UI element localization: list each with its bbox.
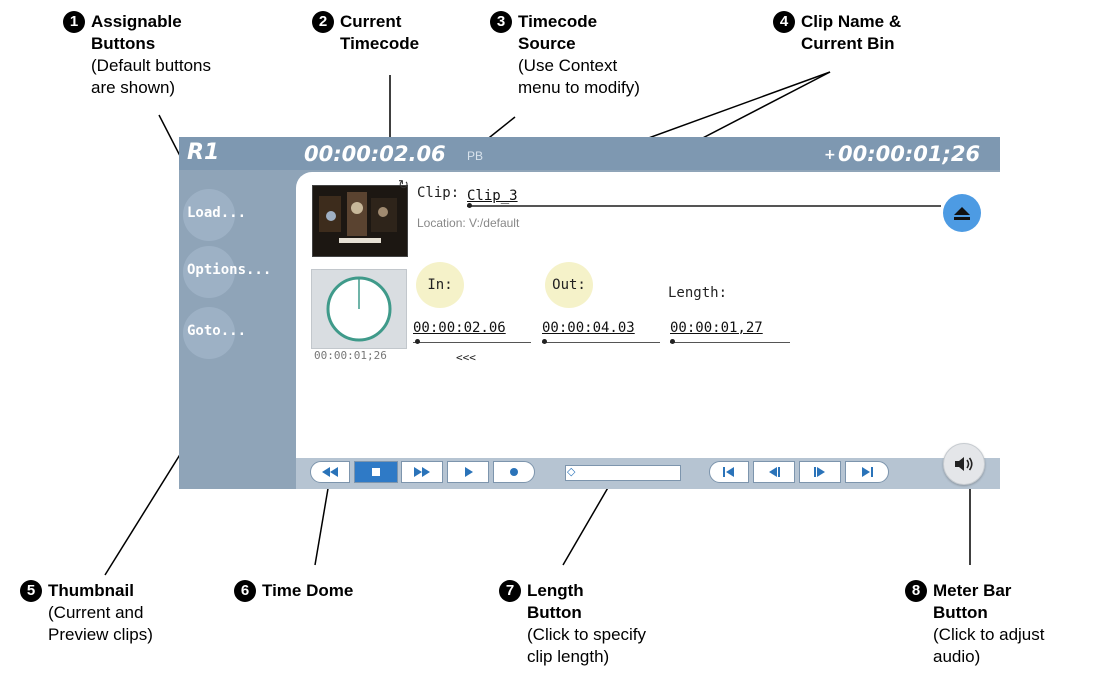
in-timecode: 00:00:02.06 <box>413 320 506 336</box>
callout-title: Current Timecode <box>340 12 420 53</box>
callout-current-timecode: 2 Current Timecode <box>312 11 419 55</box>
length-timecode: 00:00:01,27 <box>670 320 763 336</box>
refresh-thumbnail-icon[interactable]: ↻ <box>398 177 409 193</box>
meter-bar-button[interactable] <box>943 443 985 485</box>
callout-thumbnail: 5 Thumbnail (Current and Preview clips) <box>20 580 153 646</box>
callout-title: Timecode Source <box>518 12 598 53</box>
fast-forward-button[interactable] <box>401 461 443 483</box>
callout-number: 6 <box>234 580 256 602</box>
stop-icon <box>372 468 380 476</box>
callout-title: Time Dome <box>262 581 354 600</box>
length-timecode-field[interactable]: 00:00:01,27 <box>670 320 790 343</box>
out-timecode: 00:00:04.03 <box>542 320 635 336</box>
time-dome-value: 00:00:01;26 <box>314 349 387 362</box>
rewind-indicator: <<< <box>456 351 476 364</box>
clip-name[interactable]: Clip_3 <box>467 188 518 204</box>
clip-thumbnail[interactable] <box>312 185 408 257</box>
timecode-source[interactable]: PB <box>467 149 483 163</box>
slider-thumb-icon[interactable]: ◇ <box>567 465 575 478</box>
callout-number: 2 <box>312 11 334 33</box>
callout-title: Thumbnail <box>48 581 134 600</box>
thumbnail-image <box>313 186 407 256</box>
out-timecode-field[interactable]: 00:00:04.03 <box>542 320 660 343</box>
record-icon <box>510 468 518 476</box>
callout-length-button: 7 Length Button (Click to specify clip l… <box>499 580 646 668</box>
fast-forward-icon <box>414 467 430 477</box>
callout-title: Length Button <box>527 581 584 622</box>
go-to-end-icon <box>862 467 873 477</box>
callout-timecode-source: 3 Timecode Source (Use Context menu to m… <box>490 11 640 99</box>
rewind-icon <box>322 467 338 477</box>
callout-meter-bar-button: 8 Meter Bar Button (Click to adjust audi… <box>905 580 1044 668</box>
callout-description: (Current and Preview clips) <box>48 603 153 644</box>
callout-title: Meter Bar Button <box>933 581 1012 622</box>
record-button[interactable] <box>493 461 535 483</box>
callout-title: Clip Name & Current Bin <box>801 12 902 53</box>
callout-number: 3 <box>490 11 512 33</box>
step-forward-button[interactable] <box>799 461 841 483</box>
play-button[interactable] <box>447 461 489 483</box>
mark-in-label: In: <box>427 277 453 293</box>
speaker-icon <box>955 457 973 471</box>
title-bar: R1 00:00:02.06 PB + 00:00:01;26 <box>179 137 1000 170</box>
clip-label: Clip: <box>417 185 460 201</box>
remaining-marker: + <box>824 147 836 163</box>
callout-clip-name-bin: 4 Clip Name & Current Bin <box>773 11 901 55</box>
callout-time-dome: 6 Time Dome <box>234 580 353 602</box>
go-to-start-icon <box>723 467 734 477</box>
callout-description: (Click to adjust audio) <box>933 625 1045 666</box>
callout-title: Assignable Buttons <box>91 12 182 53</box>
step-forward-icon <box>814 467 825 477</box>
eject-button[interactable] <box>943 194 981 232</box>
step-back-button[interactable] <box>753 461 795 483</box>
channel-label: R1 <box>187 140 220 165</box>
callout-number: 8 <box>905 580 927 602</box>
in-timecode-field[interactable]: 00:00:02.06 <box>413 320 531 343</box>
load-button-label: Load... <box>187 205 247 221</box>
player-panel: R1 00:00:02.06 PB + 00:00:01;26 Load... … <box>179 137 1000 489</box>
mark-in-button[interactable]: In: <box>416 262 464 308</box>
go-to-end-button[interactable] <box>845 461 889 483</box>
options-button-label: Options... <box>187 262 272 278</box>
rewind-button[interactable] <box>310 461 350 483</box>
stop-button[interactable] <box>354 461 398 483</box>
clip-name-marker <box>467 203 472 208</box>
mark-out-label: Out: <box>552 277 586 293</box>
callout-number: 7 <box>499 580 521 602</box>
transport-bar: ◇ <box>296 458 1000 489</box>
goto-button[interactable]: Goto... <box>183 307 246 359</box>
options-button[interactable]: Options... <box>183 246 271 298</box>
callout-number: 1 <box>63 11 85 33</box>
step-back-icon <box>769 467 780 477</box>
load-button[interactable]: Load... <box>183 189 246 241</box>
out-field-marker <box>542 339 547 344</box>
go-to-start-button[interactable] <box>709 461 749 483</box>
eject-icon <box>954 207 970 220</box>
current-timecode: 00:00:02.06 <box>304 142 446 166</box>
time-dome-dial <box>326 276 392 342</box>
remaining-timecode: 00:00:01;26 <box>838 142 981 166</box>
in-field-marker <box>415 339 420 344</box>
callout-number: 4 <box>773 11 795 33</box>
callout-description: (Default buttons are shown) <box>91 56 212 97</box>
callout-number: 5 <box>20 580 42 602</box>
length-button[interactable]: Length: <box>668 285 727 301</box>
length-field-marker <box>670 339 675 344</box>
mark-out-button[interactable]: Out: <box>545 262 593 308</box>
clip-name-underline <box>467 205 941 207</box>
position-slider[interactable]: ◇ <box>565 465 681 481</box>
callout-description: (Use Context menu to modify) <box>518 56 640 97</box>
goto-button-label: Goto... <box>187 323 247 339</box>
bin-location: Location: V:/default <box>417 216 520 230</box>
callout-assignable-buttons: 1 Assignable Buttons (Default buttons ar… <box>63 11 211 99</box>
play-icon <box>465 467 473 477</box>
callout-description: (Click to specify clip length) <box>527 625 647 666</box>
time-dome <box>311 269 407 349</box>
